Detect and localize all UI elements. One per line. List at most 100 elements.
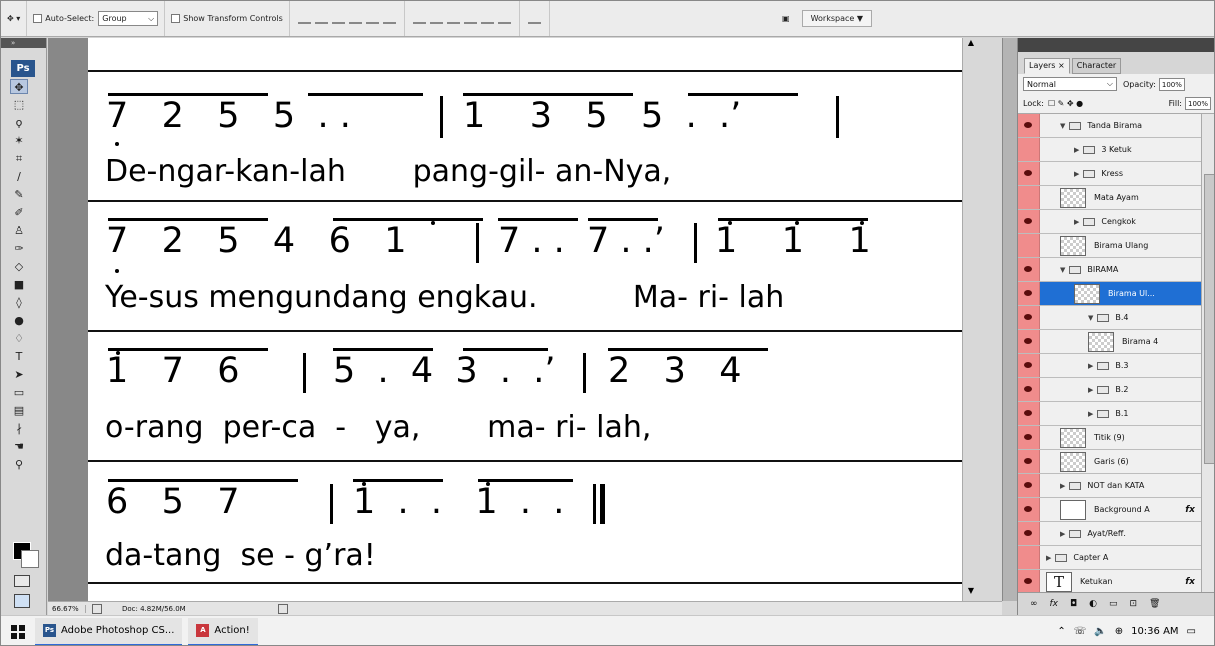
layer-row[interactable]: Titik (9)	[1018, 426, 1201, 450]
taskbar-action[interactable]: A Action!	[188, 617, 258, 645]
distribute-left-icon[interactable]	[463, 14, 477, 24]
layer-row[interactable]: Mata Ayam	[1018, 186, 1201, 210]
eye-icon[interactable]	[1018, 546, 1040, 569]
layer-row[interactable]: ▶ 3 Ketuk	[1018, 138, 1201, 162]
layer-row[interactable]: ▶ B.1	[1018, 402, 1201, 426]
crop-tool-icon[interactable]: ⌗	[10, 151, 28, 166]
eye-icon[interactable]	[1018, 282, 1040, 305]
history-brush-icon[interactable]: ✑	[10, 241, 28, 256]
adjustment-icon[interactable]: ◐	[1089, 599, 1097, 609]
lock-icons[interactable]: ☐ ✎ ✥ ●	[1048, 99, 1083, 108]
fx-icon[interactable]: fx	[1185, 577, 1195, 587]
fill-input[interactable]: 100%	[1185, 97, 1211, 110]
path-select-icon[interactable]: ➤	[10, 367, 28, 382]
align-right-icon[interactable]	[382, 14, 396, 24]
collapsed-triangle-icon[interactable]: ▶	[1074, 146, 1079, 154]
blend-mode-select[interactable]: Normal ⌵	[1023, 77, 1117, 91]
layer-row[interactable]: ▶ Capter A	[1018, 546, 1201, 570]
scroll-down-icon[interactable]: ▼	[965, 586, 977, 598]
panel-title-bar[interactable]	[1018, 38, 1214, 52]
layer-row[interactable]: ▶ Ayat/Reff.	[1018, 522, 1201, 546]
network-icon[interactable]: ☏	[1074, 626, 1087, 637]
collapsed-triangle-icon[interactable]: ▶	[1088, 386, 1093, 394]
clock[interactable]: 10:36 AM	[1131, 626, 1178, 637]
distribute-right-icon[interactable]	[497, 14, 511, 24]
auto-align-icon[interactable]	[527, 14, 541, 24]
zoom-tool-icon[interactable]: ⚲	[10, 457, 28, 472]
layer-row[interactable]: ▶ Cengkok	[1018, 210, 1201, 234]
layer-row[interactable]: ▶ Kress	[1018, 162, 1201, 186]
fx-icon[interactable]: fx	[1185, 505, 1195, 515]
layer-row[interactable]: Background A fx	[1018, 498, 1201, 522]
eye-icon[interactable]	[1018, 450, 1040, 473]
layer-row[interactable]: Garis (6)	[1018, 450, 1201, 474]
distribute-middle-icon[interactable]	[429, 14, 443, 24]
clone-stamp-icon[interactable]: ♙	[10, 223, 28, 238]
collapsed-triangle-icon[interactable]: ▶	[1046, 554, 1051, 562]
eye-icon[interactable]	[1018, 426, 1040, 449]
volume-icon[interactable]: 🔈	[1094, 626, 1106, 637]
eye-icon[interactable]	[1018, 258, 1040, 281]
lasso-tool-icon[interactable]: ϙ	[10, 115, 28, 130]
expanded-triangle-icon[interactable]: ▼	[1088, 314, 1093, 322]
canvas[interactable]: 7 2 5 5 . . 1 3 5 5 . .’ De-ngar-kan-lah…	[88, 38, 962, 601]
align-bottom-icon[interactable]	[331, 14, 345, 24]
eye-icon[interactable]	[1018, 402, 1040, 425]
tab-layers[interactable]: Layers ×	[1024, 58, 1070, 74]
notifications-icon[interactable]: ▭	[1187, 626, 1196, 637]
marquee-tool-icon[interactable]: ⬚	[10, 97, 28, 112]
layers-scrollbar[interactable]	[1201, 114, 1214, 592]
shape-tool-icon[interactable]: ▭	[10, 385, 28, 400]
notes-tool-icon[interactable]: ▤	[10, 403, 28, 418]
layer-row[interactable]: Birama 4	[1018, 330, 1201, 354]
link-icon[interactable]: ∞	[1030, 599, 1038, 609]
layer-row[interactable]: ▶ B.3	[1018, 354, 1201, 378]
layer-row[interactable]: ▼ B.4	[1018, 306, 1201, 330]
distribute-bottom-icon[interactable]	[446, 14, 460, 24]
brush-tool-icon[interactable]: ✐	[10, 205, 28, 220]
eye-icon[interactable]	[1018, 210, 1040, 233]
workspace-button[interactable]: Workspace ▼	[801, 10, 872, 27]
start-button[interactable]	[1, 624, 35, 639]
distribute-top-icon[interactable]	[412, 14, 426, 24]
layer-row[interactable]: ▶ B.2	[1018, 378, 1201, 402]
status-info-icon[interactable]	[92, 603, 102, 614]
eye-icon[interactable]	[1018, 498, 1040, 521]
eye-icon[interactable]	[1018, 138, 1040, 161]
gradient-tool-icon[interactable]: ■	[10, 277, 28, 292]
layer-row[interactable]: Birama Ulang	[1018, 234, 1201, 258]
align-center-icon[interactable]	[365, 14, 379, 24]
document-vertical-scrollbar[interactable]: ▲ ▼	[962, 38, 1002, 601]
align-top-icon[interactable]	[297, 14, 311, 24]
eye-icon[interactable]	[1018, 306, 1040, 329]
blur-tool-icon[interactable]: ◊	[10, 295, 28, 310]
bridge-icon[interactable]: ▣	[782, 14, 790, 23]
screen-mode-icon[interactable]	[14, 594, 30, 608]
panel-dock-strip[interactable]	[1002, 38, 1017, 601]
move-tool-preset[interactable]: ✥ ▾	[1, 1, 28, 36]
taskbar-photoshop[interactable]: Ps Adobe Photoshop CS...	[35, 617, 183, 645]
fx-icon[interactable]: fx	[1050, 599, 1059, 609]
scroll-up-icon[interactable]: ▲	[965, 38, 977, 50]
magic-wand-icon[interactable]: ✶	[10, 133, 28, 148]
layer-row[interactable]: Birama Ul...	[1018, 282, 1201, 306]
dodge-tool-icon[interactable]: ●	[10, 313, 28, 328]
layer-row[interactable]: ▼ Tanda Birama	[1018, 114, 1201, 138]
eye-icon[interactable]	[1018, 354, 1040, 377]
tools-collapse-handle[interactable]: »	[1, 38, 46, 48]
layer-row[interactable]: ▼ BIRAMA	[1018, 258, 1201, 282]
pen-tool-icon[interactable]: ♢	[10, 331, 28, 346]
tab-character[interactable]: Character	[1071, 58, 1122, 74]
hand-tool-icon[interactable]: ☚	[10, 439, 28, 454]
collapsed-triangle-icon[interactable]: ▶	[1088, 362, 1093, 370]
expanded-triangle-icon[interactable]: ▼	[1060, 122, 1065, 130]
align-middle-icon[interactable]	[314, 14, 328, 24]
healing-brush-icon[interactable]: ✎	[10, 187, 28, 202]
eye-icon[interactable]	[1018, 330, 1040, 353]
quick-mask-icon[interactable]	[14, 575, 30, 587]
new-layer-icon[interactable]: ⊡	[1130, 599, 1138, 609]
eraser-tool-icon[interactable]: ◇	[10, 259, 28, 274]
collapsed-triangle-icon[interactable]: ▶	[1060, 530, 1065, 538]
new-group-icon[interactable]: ▭	[1109, 599, 1118, 609]
collapsed-triangle-icon[interactable]: ▶	[1074, 218, 1079, 226]
